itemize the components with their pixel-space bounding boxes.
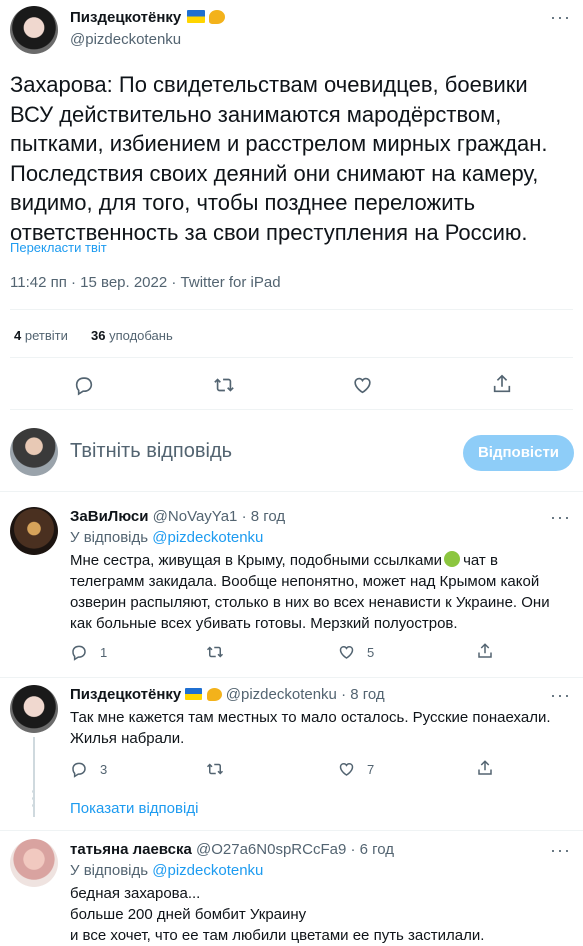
translate-tweet-link[interactable]: Перекласти твіт <box>10 240 107 255</box>
reply-header: ЗаВиЛюси @NoVayYa1 · 8 год <box>70 508 285 525</box>
more-icon[interactable]: ··· <box>550 508 571 526</box>
reply-count: 3 <box>100 762 108 777</box>
retweets-count: 4 <box>14 328 22 343</box>
divider <box>0 491 583 492</box>
likes-label: уподобань <box>109 328 173 343</box>
reply-author-name[interactable]: татьяна лаевска <box>70 841 192 858</box>
reply-icon[interactable] <box>70 760 88 778</box>
divider <box>10 357 573 358</box>
reply-author-avatar[interactable] <box>10 685 58 733</box>
main-author-avatar[interactable] <box>10 6 58 54</box>
reply-text-line: Так мне кажется там местных то мало оста… <box>70 709 551 726</box>
reply-author-name[interactable]: Пиздецкотёнку <box>70 686 181 703</box>
reply-text-line: Мне сестра, живущая в Крыму, подобными с… <box>70 552 443 569</box>
replying-to-handle[interactable]: @pizdeckotenku <box>152 529 263 546</box>
retweet-icon[interactable] <box>212 374 236 396</box>
ukraine-flag-icon <box>185 688 203 700</box>
replying-to-handle[interactable]: @pizdeckotenku <box>152 862 263 879</box>
main-author-name[interactable]: Пиздецкотёнку <box>70 9 181 26</box>
likes-stat[interactable]: 36 уподобань <box>91 328 173 343</box>
retweet-icon[interactable] <box>205 643 225 661</box>
reply-submit-button[interactable]: Відповісти <box>463 435 574 471</box>
divider <box>10 409 573 410</box>
reply-header: татьяна лаевска @O27a6N0spRCcFa9 · 6 год <box>70 841 394 858</box>
ukraine-flag-icon <box>186 10 205 23</box>
retweets-label: ретвіти <box>24 328 68 343</box>
reply-text: Мне сестра, живущая в Крыму, подобными с… <box>70 550 575 634</box>
flexed-biceps-icon <box>209 10 226 24</box>
main-tweet-line: Последствия своих деяний они снимают на … <box>10 160 539 186</box>
reply-text: бедная захарова... больше 200 дней бомби… <box>70 883 575 946</box>
like-count: 5 <box>367 645 375 660</box>
likes-count: 36 <box>91 328 106 343</box>
reply-text-line: чат в <box>463 552 498 569</box>
retweet-icon[interactable] <box>205 760 225 778</box>
reply-author-name[interactable]: ЗаВиЛюси <box>70 508 149 525</box>
retweets-stat[interactable]: 4 ретвіти <box>14 328 68 343</box>
share-icon[interactable] <box>476 642 494 660</box>
reply-time[interactable]: · 6 год <box>350 841 394 858</box>
like-icon[interactable] <box>337 643 356 661</box>
main-author-handle[interactable]: @pizdeckotenku <box>70 31 181 48</box>
reply-author-handle[interactable]: @O27a6N0spRCcFa9 <box>196 841 346 858</box>
more-icon[interactable]: ··· <box>550 686 571 704</box>
show-replies-link[interactable]: Показати відповіді <box>70 800 198 817</box>
reply-author-avatar[interactable] <box>10 839 58 887</box>
sick-face-emoji <box>444 551 461 567</box>
replying-to: У відповідь @pizdeckotenku <box>70 862 263 879</box>
replying-to-prefix: У відповідь <box>70 862 149 879</box>
reply-author-handle[interactable]: @NoVayYa1 <box>153 508 238 525</box>
divider <box>10 309 573 310</box>
reply-text-line: больше 200 дней бомбит Украину <box>70 906 307 923</box>
like-icon[interactable] <box>337 760 356 778</box>
replying-to: У відповідь @pizdeckotenku <box>70 529 263 546</box>
main-tweet-text: Захарова: По свидетельствам очевидцев, б… <box>10 70 580 247</box>
compose-reply-input[interactable]: Твітніть відповідь <box>70 440 232 463</box>
tweet-timestamp[interactable]: 11:42 пп · 15 вер. 2022 · Twitter for iP… <box>10 274 281 291</box>
reply-text-line: озверин распыляют, столько в них во всех… <box>70 594 550 611</box>
share-icon[interactable] <box>476 759 494 777</box>
main-tweet-line: ВСУ действительно занимаются мародёрство… <box>10 101 502 127</box>
replying-to-prefix: У відповідь <box>70 529 149 546</box>
reply-author-avatar[interactable] <box>10 507 58 555</box>
main-tweet-line: пытками, избиением и расстрелом мирных г… <box>10 131 548 156</box>
divider <box>0 830 583 831</box>
reply-count: 1 <box>100 645 108 660</box>
reply-text-line: телеграмм закидала. Вообще непонятно, мо… <box>70 573 540 590</box>
main-author-name-row[interactable]: Пиздецкотёнку <box>70 9 226 27</box>
flexed-biceps-icon <box>206 688 222 701</box>
more-icon[interactable]: ··· <box>550 841 571 859</box>
main-tweet-line: видимо, для того, чтобы позднее переложи… <box>10 190 476 215</box>
thread-dots <box>32 790 35 807</box>
more-icon[interactable]: ··· <box>550 8 571 26</box>
like-count: 7 <box>367 762 375 777</box>
reply-icon[interactable] <box>73 374 95 396</box>
reply-icon[interactable] <box>70 643 88 661</box>
like-icon[interactable] <box>351 374 374 396</box>
reply-text-line: Жилья набрали. <box>70 730 185 747</box>
reply-text: Так мне кажется там местных то мало оста… <box>70 707 575 749</box>
reply-text-line: бедная захарова... <box>70 885 201 902</box>
reply-text-line: как больные всех убивать готовы. Мерзкий… <box>70 615 458 632</box>
current-user-avatar[interactable] <box>10 428 58 476</box>
reply-header: Пиздецкотёнку @pizdeckotenku · 8 год <box>70 686 385 703</box>
reply-time[interactable]: · 8 год <box>341 686 385 703</box>
reply-time[interactable]: · 8 год <box>242 508 286 525</box>
reply-author-handle[interactable]: @pizdeckotenku <box>226 686 337 703</box>
divider <box>0 677 583 678</box>
share-icon[interactable] <box>491 373 513 395</box>
main-tweet-line: Захарова: По свидетельствам очевидцев, б… <box>10 72 528 97</box>
